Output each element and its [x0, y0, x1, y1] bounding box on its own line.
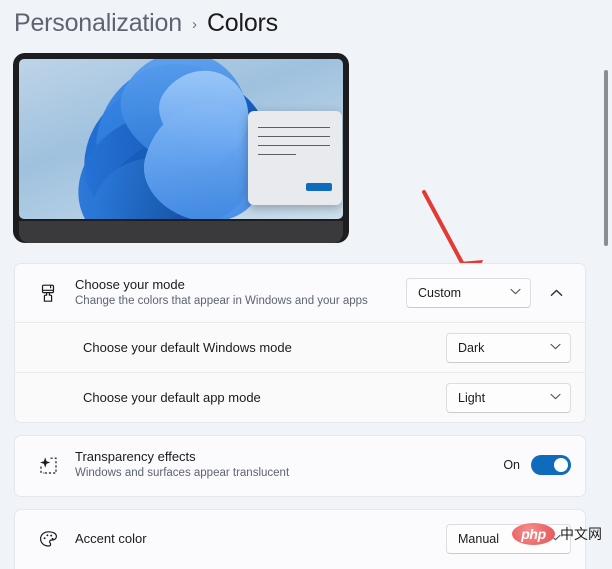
paintbrush-icon — [31, 284, 65, 303]
vertical-scrollbar[interactable] — [602, 46, 610, 566]
choose-mode-description: Change the colors that appear in Windows… — [75, 295, 368, 307]
default-app-mode-text: Choose your default app mode — [73, 390, 446, 406]
accent-color-title: Accent color — [75, 531, 147, 546]
transparency-title: Transparency effects — [75, 449, 196, 464]
breadcrumb-separator-icon: › — [191, 16, 197, 33]
collapse-section-button[interactable] — [541, 278, 571, 308]
breadcrumb: Personalization › Colors — [14, 2, 278, 44]
default-app-mode-dropdown[interactable]: Light — [446, 382, 571, 413]
php-logo-icon: php — [512, 523, 555, 545]
row-default-app-mode[interactable]: Choose your default app mode Light — [15, 372, 585, 422]
chevron-down-icon — [510, 288, 521, 298]
preview-app-window — [248, 111, 342, 205]
choose-mode-text: Choose your mode Change the colors that … — [65, 277, 406, 309]
accent-color-value: Manual — [458, 532, 499, 546]
desktop-preview — [13, 53, 349, 243]
palette-icon — [31, 530, 65, 549]
device-stand — [19, 221, 343, 243]
choose-mode-title: Choose your mode — [75, 277, 185, 292]
row-choose-your-mode[interactable]: Choose your mode Change the colors that … — [15, 264, 585, 322]
transparency-toggle-label: On — [503, 458, 520, 472]
settings-page: Personalization › Colors Choose your mod… — [0, 0, 612, 569]
choose-mode-card: Choose your mode Change the colors that … — [14, 263, 586, 423]
site-watermark: php 中文网 — [512, 523, 602, 545]
sparkle-icon — [31, 456, 65, 475]
row-default-windows-mode[interactable]: Choose your default Windows mode Dark — [15, 322, 585, 372]
choose-mode-dropdown[interactable]: Custom — [406, 278, 531, 308]
page-title: Colors — [206, 8, 278, 37]
default-windows-mode-text: Choose your default Windows mode — [73, 340, 446, 356]
transparency-toggle-group[interactable]: On — [503, 455, 571, 475]
device-frame — [13, 53, 349, 243]
accent-color-text: Accent color — [65, 531, 446, 547]
default-windows-mode-value: Dark — [458, 340, 485, 355]
row-accent-color[interactable]: Accent color Manual — [15, 510, 585, 568]
chevron-down-icon — [550, 343, 561, 353]
default-app-mode-title: Choose your default app mode — [83, 389, 261, 405]
transparency-effects-card: Transparency effects Windows and surface… — [14, 435, 586, 497]
accent-color-card: Accent color Manual — [14, 509, 586, 569]
chevron-down-icon — [550, 393, 561, 403]
transparency-toggle[interactable] — [531, 455, 571, 475]
transparency-text: Transparency effects Windows and surface… — [65, 449, 503, 481]
transparency-description: Windows and surfaces appear translucent — [75, 467, 290, 479]
device-screen — [19, 59, 343, 219]
preview-accent-button — [306, 183, 332, 191]
default-windows-mode-title: Choose your default Windows mode — [83, 339, 292, 355]
watermark-text: 中文网 — [560, 527, 602, 543]
toggle-knob — [554, 458, 568, 472]
default-windows-mode-dropdown[interactable]: Dark — [446, 332, 571, 363]
choose-mode-value: Custom — [418, 286, 462, 300]
php-logo-text: php — [521, 526, 546, 542]
scrollbar-thumb[interactable] — [604, 70, 608, 246]
row-transparency-effects[interactable]: Transparency effects Windows and surface… — [15, 436, 585, 494]
breadcrumb-link-personalization[interactable]: Personalization — [14, 9, 182, 38]
default-app-mode-value: Light — [458, 390, 486, 405]
